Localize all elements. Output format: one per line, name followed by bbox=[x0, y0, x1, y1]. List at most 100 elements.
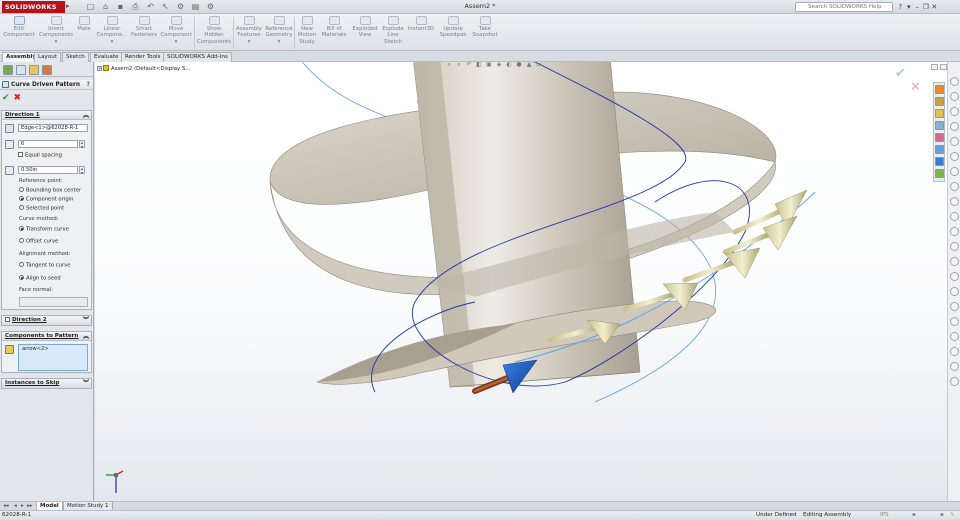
file-properties-icon[interactable]: ▤ bbox=[189, 1, 202, 13]
close-icon[interactable]: ✕ bbox=[930, 1, 939, 13]
collapse-chevron-icon[interactable]: ︽ bbox=[83, 111, 89, 120]
strip-button-icon[interactable] bbox=[950, 272, 959, 281]
explode-line-sketch-button[interactable]: Explode Line Sketch bbox=[380, 16, 406, 45]
strip-button-icon[interactable] bbox=[950, 242, 959, 251]
strip-button-icon[interactable] bbox=[950, 137, 959, 146]
custom-properties-icon[interactable] bbox=[935, 145, 944, 154]
equal-spacing-checkbox[interactable]: Equal spacing bbox=[18, 152, 62, 160]
tab-layout[interactable]: Layout bbox=[34, 52, 62, 62]
open-folder-icon[interactable]: ⌂ bbox=[99, 1, 112, 13]
doc-minimize-icon[interactable] bbox=[931, 64, 938, 70]
expand-chevron-icon[interactable]: ︾ bbox=[83, 379, 89, 388]
update-speedpak-button[interactable]: Update Speedpak bbox=[438, 16, 468, 39]
zoom-to-fit-icon[interactable]: ⌕ bbox=[445, 62, 453, 69]
strip-button-icon[interactable] bbox=[950, 362, 959, 371]
direction-edge-icon[interactable] bbox=[5, 124, 14, 133]
bill-of-materials-button[interactable]: Bill of Materials bbox=[320, 16, 348, 39]
display-style-icon[interactable]: ◈ bbox=[495, 62, 503, 69]
strip-button-icon[interactable] bbox=[950, 167, 959, 176]
direction-2-checkbox[interactable] bbox=[5, 317, 10, 322]
solidworks-forum-icon[interactable] bbox=[935, 157, 944, 166]
section-view-icon[interactable]: ◧ bbox=[475, 62, 483, 69]
mate-button[interactable]: Mate bbox=[76, 16, 92, 32]
apply-scene-icon[interactable]: ▲ bbox=[525, 62, 533, 69]
radio-bounding-box-center[interactable]: Bounding box center bbox=[19, 187, 81, 195]
expand-toggle-icon[interactable]: + bbox=[97, 66, 102, 71]
print-icon[interactable]: ⎙ bbox=[129, 1, 142, 13]
exploded-view-button[interactable]: Exploded View bbox=[350, 16, 380, 39]
tab-solidworks-add-ins[interactable]: SOLIDWORKS Add-Ins bbox=[163, 52, 232, 62]
spacing-field[interactable]: 0.50in bbox=[18, 166, 78, 174]
tab-render-tools[interactable]: Render Tools bbox=[121, 52, 165, 62]
graphics-area[interactable]: + Assem2 (Default<Display S... ⌕ ⌕ ↶ ◧ ▣ … bbox=[95, 62, 960, 501]
cancel-x-icon[interactable]: ✖ bbox=[14, 93, 22, 103]
radio-selected-point[interactable]: Selected point bbox=[19, 205, 64, 213]
rebuild-icon[interactable]: ⚙ bbox=[174, 1, 187, 13]
strip-button-icon[interactable] bbox=[950, 227, 959, 236]
property-manager-tab-icon[interactable] bbox=[16, 65, 26, 75]
direction-2-header[interactable]: Direction 2 ︾ bbox=[2, 316, 91, 325]
doc-restore-icon[interactable] bbox=[940, 64, 947, 70]
last-tab-arrow-icon[interactable]: ▸▸ bbox=[27, 502, 33, 510]
new-document-icon[interactable]: □ bbox=[84, 1, 97, 13]
strip-button-icon[interactable] bbox=[950, 182, 959, 191]
strip-button-icon[interactable] bbox=[950, 107, 959, 116]
status-rebuild-icon[interactable]: ▪ bbox=[940, 511, 944, 520]
strip-button-icon[interactable] bbox=[950, 287, 959, 296]
edit-component-button[interactable]: Edit Component bbox=[2, 16, 36, 39]
ok-check-icon[interactable]: ✔ bbox=[2, 93, 10, 103]
strip-button-icon[interactable] bbox=[950, 377, 959, 386]
status-tooltip-icon[interactable]: ✎ bbox=[950, 511, 955, 520]
design-library-icon[interactable] bbox=[935, 97, 944, 106]
feature-manager-tab-icon[interactable] bbox=[3, 65, 13, 75]
radio-component-origin[interactable]: Component origin bbox=[19, 196, 74, 204]
expand-chevron-icon[interactable]: ︾ bbox=[83, 316, 89, 325]
solidworks-resources-icon[interactable] bbox=[935, 85, 944, 94]
prev-tab-arrow-icon[interactable]: ◂ bbox=[14, 502, 17, 510]
feature-tree-flyout[interactable]: + Assem2 (Default<Display S... bbox=[97, 65, 190, 72]
status-customize-icon[interactable]: ▪ bbox=[912, 511, 916, 520]
hide-show-items-icon[interactable]: ◐ bbox=[505, 62, 513, 69]
patterned-arrow-3[interactable] bbox=[682, 247, 761, 283]
select-icon[interactable]: ↖ bbox=[159, 1, 172, 13]
components-to-pattern-header[interactable]: Components to Pattern ︽ bbox=[2, 332, 91, 341]
dropdown-arrow-icon[interactable]: ▾ bbox=[905, 1, 914, 13]
strip-button-icon[interactable] bbox=[950, 92, 959, 101]
take-snapshot-button[interactable]: Take Snapshot bbox=[470, 16, 500, 39]
assembly-features-button[interactable]: Assembly Features ▾ bbox=[234, 16, 264, 45]
radio-align-to-seed[interactable]: Align to seed bbox=[19, 275, 61, 283]
restore-icon[interactable]: ❐ bbox=[922, 1, 931, 13]
strip-button-icon[interactable] bbox=[950, 347, 959, 356]
task-scheduler-icon[interactable] bbox=[935, 169, 944, 178]
view-orientation-icon[interactable]: ▣ bbox=[485, 62, 493, 69]
reference-geometry-button[interactable]: Reference Geometry ▾ bbox=[264, 16, 294, 45]
view-settings-icon[interactable]: ▭ bbox=[535, 62, 543, 69]
smart-fasteners-button[interactable]: Smart Fasteners bbox=[128, 16, 160, 39]
view-palette-icon[interactable] bbox=[935, 121, 944, 130]
previous-view-icon[interactable]: ↶ bbox=[465, 62, 473, 69]
linear-component-pattern-button[interactable]: Linear Compone... ▾ bbox=[95, 16, 129, 45]
zoom-area-icon[interactable]: ⌕ bbox=[455, 62, 463, 69]
instant3d-button[interactable]: Instant3D bbox=[407, 16, 435, 32]
confirmation-ok-icon[interactable]: ✔ bbox=[895, 66, 906, 81]
help-icon[interactable]: ? bbox=[896, 1, 905, 13]
instances-spinner[interactable]: ▴ ▾ bbox=[79, 140, 85, 148]
instances-to-skip-header[interactable]: Instances to Skip ︾ bbox=[2, 379, 91, 388]
help-icon[interactable]: ? bbox=[87, 80, 90, 90]
options-gear-icon[interactable]: ⚙ bbox=[204, 1, 217, 13]
insert-components-button[interactable]: Insert Components ▾ bbox=[37, 16, 75, 45]
radio-tangent-to-curve[interactable]: Tangent to curve bbox=[19, 262, 71, 270]
edit-appearance-icon[interactable]: ● bbox=[515, 62, 523, 69]
face-normal-selection-box[interactable] bbox=[19, 297, 88, 307]
strip-button-icon[interactable] bbox=[950, 152, 959, 161]
undo-icon[interactable]: ↶ bbox=[144, 1, 157, 13]
direction-edge-field[interactable]: Edge<1>@62028-R-1 bbox=[18, 124, 88, 132]
status-units[interactable]: IPS bbox=[880, 511, 889, 520]
instances-field[interactable]: 6 bbox=[18, 140, 78, 148]
search-help-input[interactable] bbox=[795, 2, 893, 12]
strip-button-icon[interactable] bbox=[950, 212, 959, 221]
confirmation-cancel-icon[interactable]: ✕ bbox=[910, 80, 921, 95]
tab-sketch[interactable]: Sketch bbox=[62, 52, 89, 62]
minimize-icon[interactable]: – bbox=[913, 1, 922, 13]
direction-1-header[interactable]: Direction 1 ︽ bbox=[2, 111, 91, 120]
